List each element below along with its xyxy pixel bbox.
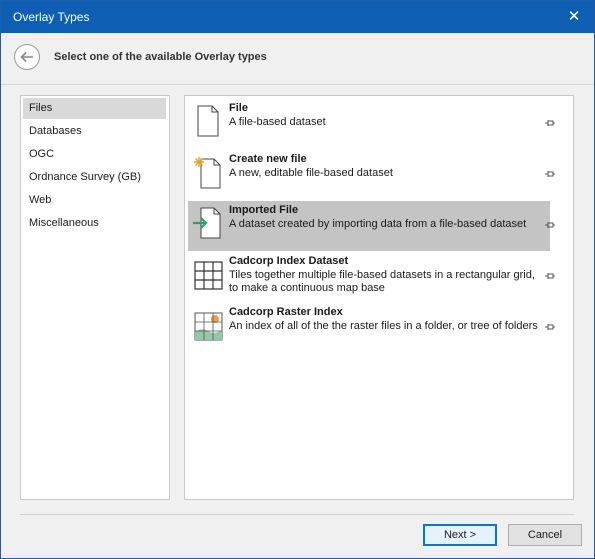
- list-item-cadcorp-index-dataset[interactable]: Cadcorp Index Dataset Tiles together mul…: [188, 252, 555, 302]
- item-title: Cadcorp Index Dataset: [229, 255, 349, 267]
- import-file-icon: [193, 207, 221, 239]
- item-title: Create new file: [229, 153, 307, 165]
- cancel-button[interactable]: Cancel: [508, 524, 582, 546]
- list-item-cadcorp-raster-index[interactable]: Cadcorp Raster Index An index of all of …: [188, 303, 555, 353]
- category-item-web[interactable]: Web: [23, 190, 166, 211]
- item-title: Imported File: [229, 204, 299, 216]
- pin-icon[interactable]: [544, 270, 556, 282]
- back-arrow-icon: [20, 51, 33, 63]
- wizard-header: Select one of the available Overlay type…: [1, 33, 594, 85]
- category-item-miscellaneous[interactable]: Miscellaneous: [23, 213, 166, 234]
- list-item-file[interactable]: File A file-based dataset: [188, 99, 555, 149]
- item-title: Cadcorp Raster Index: [229, 306, 343, 318]
- footer-separator: [20, 514, 574, 515]
- pin-icon[interactable]: [544, 219, 556, 231]
- close-button[interactable]: ✕: [554, 1, 594, 33]
- category-item-databases[interactable]: Databases: [23, 121, 166, 142]
- category-list[interactable]: Files Databases OGC Ordnance Survey (GB)…: [20, 95, 170, 500]
- item-description: A file-based dataset: [229, 116, 326, 128]
- item-description: A dataset created by importing data from…: [229, 218, 527, 230]
- list-item-create-new-file[interactable]: Create new file A new, editable file-bas…: [188, 150, 555, 200]
- pin-icon[interactable]: [544, 117, 556, 129]
- item-description: Tiles together multiple file-based datas…: [229, 269, 535, 294]
- pin-icon[interactable]: [544, 321, 556, 333]
- item-title: File: [229, 102, 248, 114]
- title-bar[interactable]: Overlay Types ✕: [1, 1, 594, 33]
- overlay-type-list[interactable]: File A file-based dataset Create new fil…: [184, 95, 574, 500]
- new-file-icon: [194, 157, 221, 189]
- category-item-ordnance-survey[interactable]: Ordnance Survey (GB): [23, 167, 166, 188]
- header-instruction: Select one of the available Overlay type…: [54, 51, 267, 63]
- category-item-ogc[interactable]: OGC: [23, 144, 166, 165]
- back-button[interactable]: [14, 44, 40, 70]
- item-description: A new, editable file-based dataset: [229, 167, 393, 179]
- file-icon: [197, 105, 219, 137]
- category-item-files[interactable]: Files: [23, 98, 166, 119]
- window-title: Overlay Types: [13, 10, 90, 24]
- dialog-window: Overlay Types ✕ Select one of the availa…: [0, 0, 595, 559]
- grid-icon: [194, 261, 223, 290]
- pin-icon[interactable]: [544, 168, 556, 180]
- list-item-imported-file[interactable]: Imported File A dataset created by impor…: [188, 201, 555, 251]
- next-button[interactable]: Next >: [423, 524, 497, 546]
- raster-index-icon: [194, 312, 223, 341]
- item-description: An index of all of the the raster files …: [229, 320, 538, 332]
